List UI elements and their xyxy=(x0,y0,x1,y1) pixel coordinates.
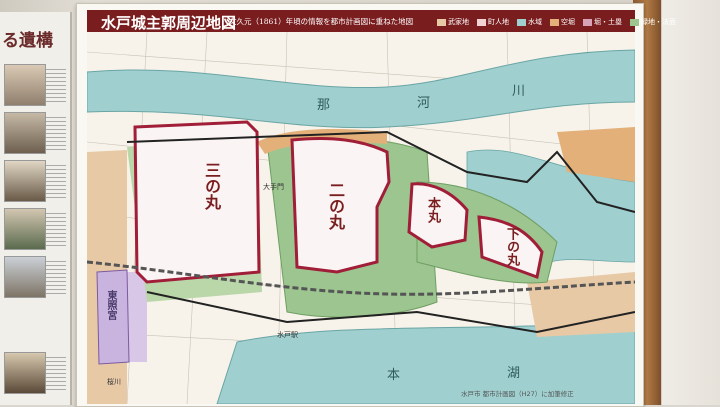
legend-label: 堀・土塁 xyxy=(594,18,622,26)
label-shimonomaru: 下の丸 xyxy=(504,227,519,266)
place-label: 桜川 xyxy=(107,378,121,386)
gate-label: 大手門 xyxy=(263,183,284,191)
lake-char: 本 xyxy=(387,368,401,383)
caption-text xyxy=(46,114,66,150)
wall-right xyxy=(662,0,720,405)
legend-label: 町人地 xyxy=(488,18,509,26)
footer-note: 水戸市 都市計画図（H27）に加筆修正 xyxy=(461,390,574,398)
photo-thumbnail xyxy=(4,64,46,106)
legend-item: 堀・土塁 xyxy=(583,17,622,27)
legend-label: 緑地・法面 xyxy=(641,18,676,26)
legend-swatch xyxy=(437,18,446,26)
caption-text xyxy=(46,258,66,294)
legend-label: 水域 xyxy=(528,18,542,26)
title-bar: 水戸城主郭周辺地図 文久元（1861）年頃の情報を都市計画図に重ねた地図 武家地… xyxy=(87,10,676,32)
legend-item: 町人地 xyxy=(477,17,509,27)
legend-label: 空堀 xyxy=(561,18,575,26)
photo-thumbnail xyxy=(4,256,46,298)
adjacent-panel-title: る遺構 xyxy=(2,31,53,51)
legend-swatch xyxy=(583,18,592,26)
map-subtitle: 文久元（1861）年頃の情報を都市計画図に重ねた地図 xyxy=(229,17,414,26)
legend-swatch xyxy=(477,18,486,26)
photo-thumbnail xyxy=(4,352,46,394)
map-drawing xyxy=(87,32,635,404)
label-toshogu: 東照宮 xyxy=(105,290,116,320)
legend-swatch xyxy=(630,18,639,26)
caption-text xyxy=(46,210,66,246)
legend-item: 緑地・法面 xyxy=(630,17,676,27)
map-title: 水戸城主郭周辺地図 xyxy=(101,14,237,32)
photo-thumbnail xyxy=(4,160,46,202)
map-area: 三の丸 二の丸 本丸 下の丸 東照宮 那 河 川 本 湖 水戸駅 大手門 桜川 xyxy=(87,32,635,404)
photo-thumbnail xyxy=(4,208,46,250)
river-char: 那 xyxy=(317,98,331,113)
legend-swatch xyxy=(550,18,559,26)
adjacent-panel: る遺構 xyxy=(0,12,72,405)
legend-item: 水域 xyxy=(517,17,542,27)
label-sannomaru: 三の丸 xyxy=(202,162,221,210)
river-char: 川 xyxy=(512,84,526,99)
naka-river xyxy=(87,49,635,129)
caption-text xyxy=(46,162,66,198)
map-board: 水戸城主郭周辺地図 文久元（1861）年頃の情報を都市計画図に重ねた地図 武家地… xyxy=(76,3,676,407)
legend-swatch xyxy=(517,18,526,26)
legend: 武家地 町人地 水域 空堀 堀・土塁 緑地・法面 xyxy=(437,17,676,27)
legend-label: 武家地 xyxy=(448,18,469,26)
river-char: 河 xyxy=(417,96,431,111)
legend-item: 武家地 xyxy=(437,17,469,27)
lake-char: 湖 xyxy=(507,366,521,381)
photo-thumbnail xyxy=(4,112,46,154)
station-label: 水戸駅 xyxy=(277,331,298,339)
label-honmaru: 本丸 xyxy=(425,197,440,223)
sannomaru-outline xyxy=(133,120,261,284)
caption-text xyxy=(46,66,66,102)
legend-item: 空堀 xyxy=(550,17,575,27)
caption-text xyxy=(46,354,66,390)
label-ninomaru: 二の丸 xyxy=(326,182,345,230)
